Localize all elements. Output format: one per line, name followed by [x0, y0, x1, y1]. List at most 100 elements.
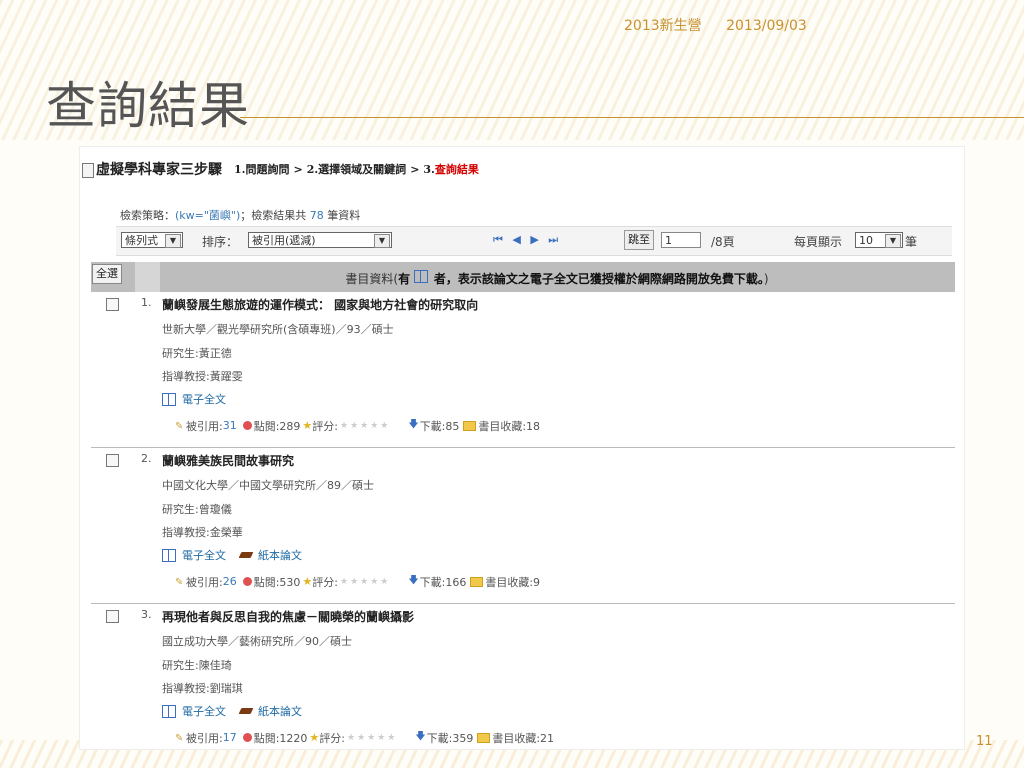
- star-icon: ★: [309, 731, 320, 744]
- screenshot-panel: 虛擬學科專家三步驟 1.問題詢問 > 2.選擇領域及關鍵詞 > 3. 查詢結果 檢…: [79, 146, 965, 750]
- step-separator: >: [410, 162, 420, 176]
- cited-count[interactable]: 17: [223, 731, 237, 744]
- record-school: 國立成功大學／藝術研究所／90／碩士: [162, 635, 352, 648]
- search-strategy: 檢索策略：(kw="菌嶼")；檢索結果共 78 筆資料: [120, 207, 360, 223]
- rating-label: 評分:: [312, 575, 339, 589]
- downloads-count: 下載:166: [419, 575, 467, 589]
- per-page-select[interactable]: 10 ▼: [855, 232, 903, 248]
- list-header: 全選 書目資料(有 者，表示該論文之電子全文已獲授權於網際網路開放免費下載。): [91, 262, 955, 292]
- header-text-prefix: 書目資料(: [345, 272, 399, 286]
- list-header-text: 書目資料(有 者，表示該論文之電子全文已獲授權於網際網路開放免費下載。): [159, 270, 955, 287]
- list-item: 2. 蘭嶼雅美族民間故事研究 中國文化大學／中國文學研究所／89／碩士 研究生:…: [91, 448, 955, 604]
- cited-label: 被引用:: [186, 731, 223, 745]
- cited-label: 被引用:: [186, 575, 223, 589]
- views-icon: [242, 421, 252, 430]
- list-item: 3. 再現他者與反思自我的焦慮－關曉榮的蘭嶼攝影 國立成功大學／藝術研究所／90…: [91, 604, 955, 749]
- book-icon: [413, 270, 428, 283]
- rating-label: 評分:: [312, 419, 339, 433]
- paper-book-icon: [238, 552, 254, 558]
- paper-link[interactable]: 紙本論文: [258, 547, 302, 563]
- pencil-icon: ✎: [175, 576, 184, 588]
- ebook-link[interactable]: 電子全文: [182, 703, 226, 719]
- record-stats: ✎ 被引用: 17 點閱:1220 ★ 評分: ★★★★★ 🡇 下載:359 書目收藏:…: [175, 729, 554, 746]
- cited-label: 被引用:: [186, 419, 223, 433]
- folder-icon: [470, 576, 484, 587]
- record-links: 電子全文 紙本論文: [162, 703, 302, 719]
- slide-header-meta: 2013新生營 2013/09/03: [624, 15, 827, 35]
- pager-controls[interactable]: ⏮ ◀ ▶ ⏭: [493, 233, 561, 247]
- views-count: 點閱:289: [253, 419, 301, 433]
- record-links: 電子全文: [162, 391, 226, 407]
- per-page-value: 10: [859, 234, 873, 247]
- strategy-suffix: 筆資料: [327, 209, 361, 222]
- chevron-down-icon: ▼: [885, 234, 901, 248]
- step-question[interactable]: 1.問題詢問: [234, 161, 289, 177]
- chevron-down-icon: ▼: [374, 234, 390, 248]
- record-checkbox[interactable]: [106, 610, 119, 623]
- downloads-count: 下載:85: [419, 419, 460, 433]
- record-student: 研究生:曾瓊儀: [162, 503, 232, 516]
- views-count: 點閱:1220: [253, 731, 308, 745]
- document-icon: [82, 163, 94, 178]
- downloads-count: 下載:359: [426, 731, 474, 745]
- bookmarks-count: 書目收藏:9: [485, 575, 541, 589]
- record-number: 3.: [141, 608, 152, 621]
- book-icon: [162, 548, 176, 562]
- download-icon: 🡇: [408, 419, 419, 430]
- strategy-middle: ；檢索結果共: [240, 209, 307, 222]
- star-icon: ★: [302, 419, 313, 432]
- record-title[interactable]: 蘭嶼發展生態旅遊的運作模式： 國家與地方社會的研究取向: [162, 296, 478, 313]
- record-title[interactable]: 蘭嶼雅美族民間故事研究: [162, 452, 294, 469]
- cited-count[interactable]: 26: [223, 575, 237, 588]
- results-toolbar: 條列式 ▼ 排序： 被引用(遞減) ▼ ⏮ ◀ ▶ ⏭ 跳至 1 /8頁 每頁顯…: [116, 226, 952, 256]
- step-separator: >: [293, 162, 303, 176]
- chevron-down-icon: ▼: [165, 234, 181, 248]
- record-links: 電子全文 紙本論文: [162, 547, 302, 563]
- strategy-label: 檢索策略：: [120, 209, 175, 222]
- ebook-link[interactable]: 電子全文: [182, 547, 226, 563]
- view-mode-select[interactable]: 條列式 ▼: [121, 232, 183, 248]
- sort-value: 被引用(遞減): [252, 234, 316, 247]
- sort-select[interactable]: 被引用(遞減) ▼: [248, 232, 392, 248]
- header-number-column: [135, 262, 160, 292]
- book-icon: [162, 704, 176, 718]
- record-advisor: 指導教授:黃躍雯: [162, 370, 243, 383]
- ebook-link[interactable]: 電子全文: [182, 391, 226, 407]
- total-pages: /8頁: [711, 235, 735, 249]
- header-text-note: 者，表示該論文之電子全文已獲授權於網際網路開放免費下載。: [433, 272, 764, 286]
- step-results-prefix: 3.: [423, 162, 435, 176]
- steps-brand: 虛擬學科專家三步驟: [96, 162, 222, 178]
- step-results[interactable]: 查詢結果: [435, 161, 479, 177]
- per-page-label: 每頁顯示: [794, 235, 843, 249]
- steps-breadcrumb: 虛擬學科專家三步驟 1.問題詢問 > 2.選擇領域及關鍵詞 > 3. 查詢結果: [82, 159, 479, 179]
- rating-stars[interactable]: ★★★★★: [340, 421, 390, 431]
- record-stats: ✎ 被引用: 26 點閱:530 ★ 評分: ★★★★★ 🡇 下載:166 書目收藏:9: [175, 573, 540, 590]
- select-all-button[interactable]: 全選: [92, 264, 122, 284]
- record-title[interactable]: 再現他者與反思自我的焦慮－關曉榮的蘭嶼攝影: [162, 608, 414, 625]
- result-count: 78: [309, 209, 324, 222]
- bookmarks-count: 書目收藏:21: [492, 731, 555, 745]
- strategy-keyword[interactable]: (kw="菌嶼"): [175, 209, 240, 222]
- record-advisor: 指導教授:劉瑞琪: [162, 682, 243, 695]
- rating-stars[interactable]: ★★★★★: [340, 577, 390, 587]
- cited-count[interactable]: 31: [223, 419, 237, 432]
- star-icon: ★: [302, 575, 313, 588]
- title-divider: [240, 117, 1024, 118]
- jump-button[interactable]: 跳至: [624, 230, 654, 250]
- download-icon: 🡇: [408, 575, 419, 586]
- jump-page-input[interactable]: 1: [661, 232, 701, 248]
- paper-link[interactable]: 紙本論文: [258, 703, 302, 719]
- record-school: 世新大學／觀光學研究所(含碩專班)／93／碩士: [162, 323, 394, 336]
- folder-icon: [463, 420, 477, 431]
- slide-page-number: 11: [976, 734, 993, 749]
- record-checkbox[interactable]: [106, 454, 119, 467]
- list-item: 1. 蘭嶼發展生態旅遊的運作模式： 國家與地方社會的研究取向 世新大學／觀光學研…: [91, 292, 955, 448]
- record-checkbox[interactable]: [106, 298, 119, 311]
- view-mode-value: 條列式: [125, 234, 158, 247]
- bookmarks-count: 書目收藏:18: [478, 419, 541, 433]
- views-icon: [242, 577, 252, 586]
- views-icon: [242, 733, 252, 742]
- rating-stars[interactable]: ★★★★★: [347, 733, 397, 743]
- step-domain-keywords[interactable]: 2.選擇領域及關鍵詞: [307, 161, 406, 177]
- record-number: 2.: [141, 452, 152, 465]
